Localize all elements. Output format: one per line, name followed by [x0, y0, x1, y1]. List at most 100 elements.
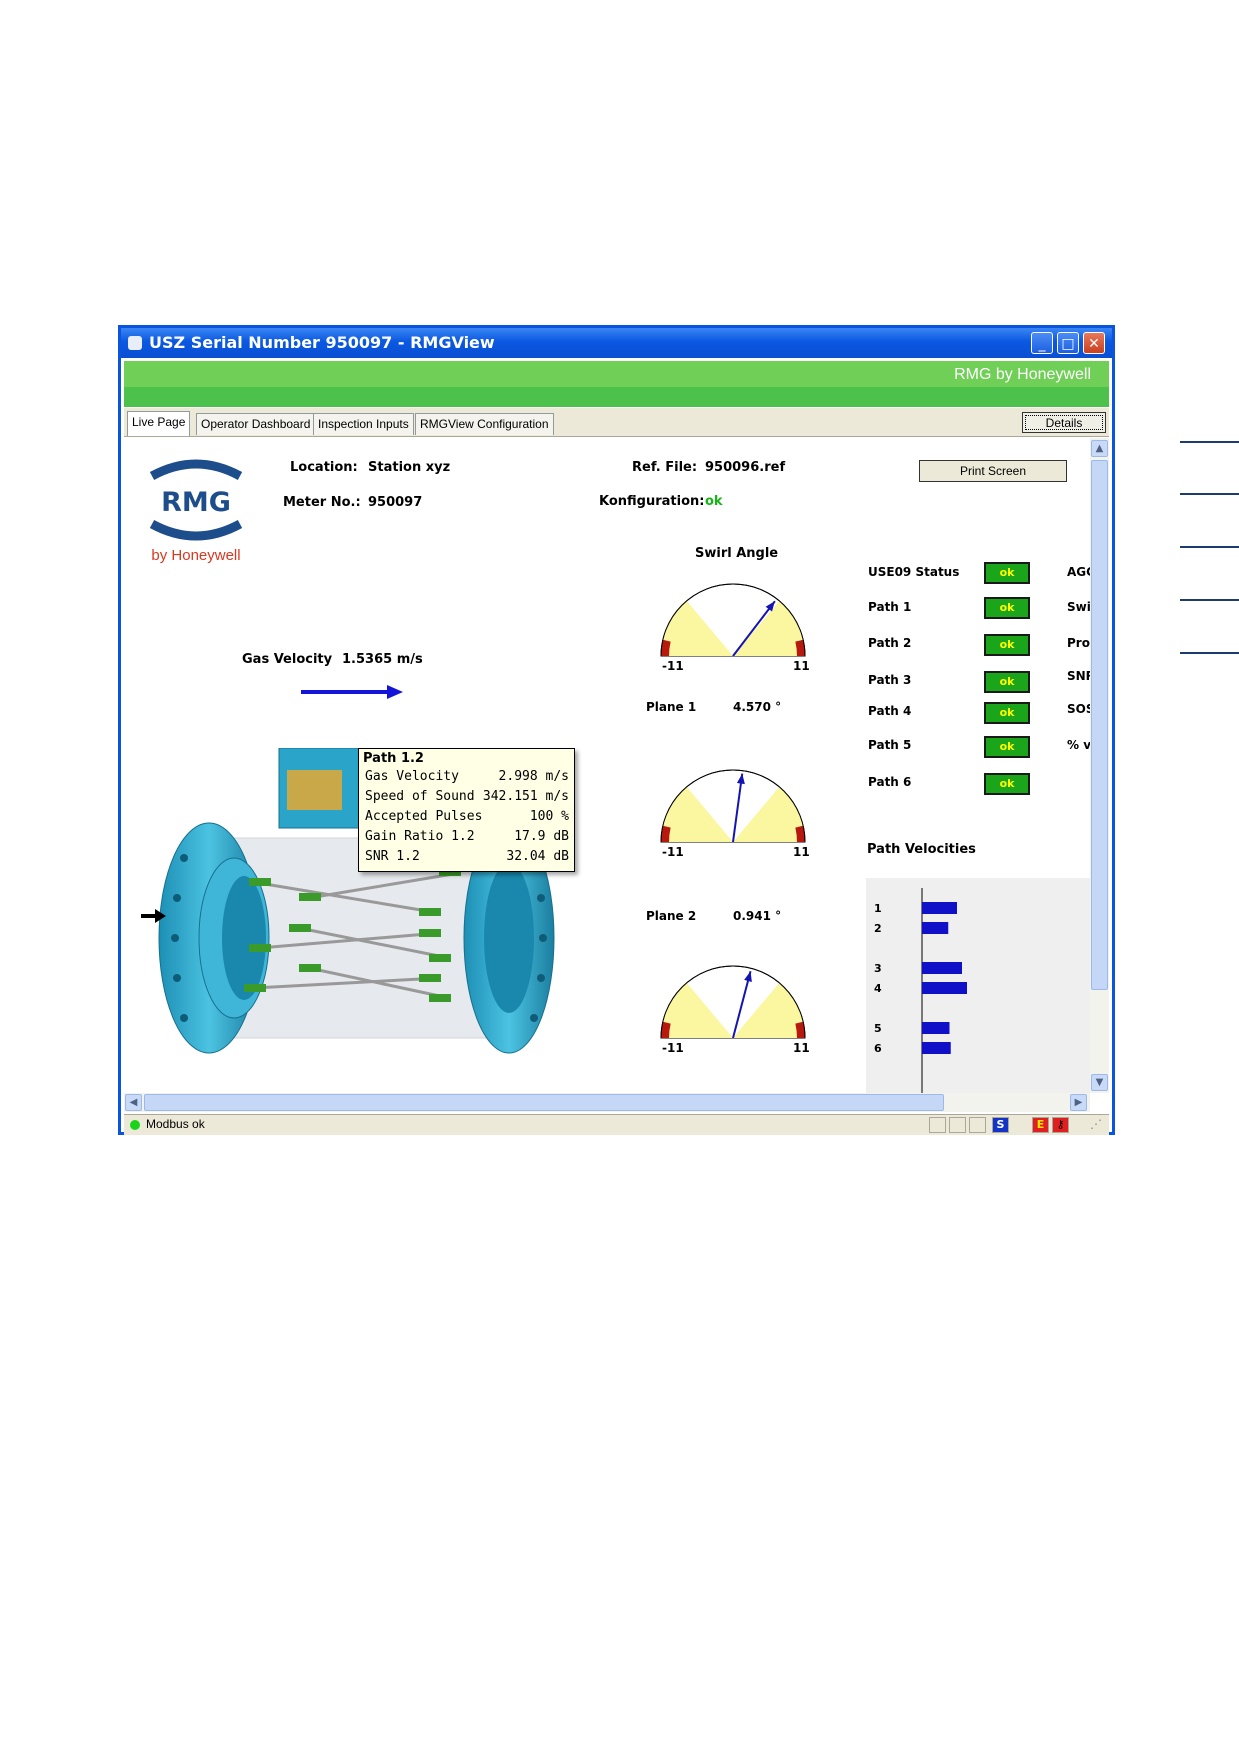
- vertical-scrollbar[interactable]: ▲ ▼: [1090, 438, 1109, 1093]
- velocity-bar-label: 3: [874, 962, 882, 975]
- path-velocities-title: Path Velocities: [867, 842, 976, 857]
- rmg-logo: RMG by Honeywell: [149, 459, 243, 564]
- minimize-button[interactable]: _: [1031, 332, 1053, 354]
- gauge-3-min: -11: [662, 1041, 684, 1055]
- profile-label: Pro: [1067, 636, 1090, 650]
- plane-1-label: Plane 1: [646, 700, 697, 714]
- path-6-label: Path 6: [868, 775, 912, 789]
- velocity-bar: [922, 1042, 951, 1054]
- snr-label: SNR: [1067, 669, 1090, 683]
- konfiguration-value: ok: [705, 494, 723, 509]
- print-screen-button[interactable]: Print Screen: [919, 460, 1067, 482]
- meter-value: 950097: [368, 495, 423, 510]
- use09-status-label: USE09 Status: [868, 565, 960, 579]
- velocity-bar-label: 5: [874, 1022, 882, 1035]
- location-label: Location:: [290, 460, 358, 475]
- details-button[interactable]: Details: [1022, 412, 1106, 433]
- logo-text: RMG: [161, 487, 231, 518]
- status-s-badge: S: [992, 1117, 1009, 1133]
- agc-label: AGC: [1067, 565, 1090, 579]
- scroll-down-icon[interactable]: ▼: [1091, 1074, 1108, 1091]
- path-tooltip: Path 1.2 Gas Velocity 2.998 m/s Speed of …: [358, 748, 575, 872]
- key-icon: ⚷: [1052, 1117, 1069, 1133]
- use09-status-indicator: ok: [984, 562, 1030, 584]
- gauge-1-min: -11: [662, 659, 684, 673]
- app-window: USZ Serial Number 950097 - RMGView _ □ ✕…: [118, 325, 1115, 1135]
- konfiguration-label: Konfiguration:: [599, 494, 705, 509]
- swirl-label: Swi: [1067, 600, 1090, 614]
- path-3-label: Path 3: [868, 673, 912, 687]
- percent-label: % v: [1067, 738, 1090, 752]
- plane-2-label: Plane 2: [646, 909, 697, 923]
- path-4-label: Path 4: [868, 704, 912, 718]
- velocity-bar-label: 6: [874, 1042, 882, 1055]
- brand-bar: RMG by Honeywell: [124, 361, 1109, 407]
- velocity-bar: [922, 1022, 950, 1034]
- velocity-bar: [922, 982, 967, 994]
- tooltip-row: Gain Ratio 1.2 17.9 dB: [365, 829, 569, 844]
- status-box: [929, 1117, 946, 1133]
- live-page-content: RMG by Honeywell Location: Station xyz M…: [124, 438, 1090, 1093]
- scroll-right-icon[interactable]: ▶: [1070, 1094, 1087, 1111]
- side-line: [1180, 652, 1239, 654]
- path-6-indicator: ok: [984, 773, 1030, 795]
- gauge-2-max: 11: [793, 845, 810, 859]
- path-1-indicator: ok: [984, 597, 1030, 619]
- tooltip-title: Path 1.2: [363, 751, 424, 766]
- modbus-status-text: Modbus ok: [146, 1117, 205, 1131]
- status-e-badge: E: [1032, 1117, 1049, 1133]
- close-button[interactable]: ✕: [1083, 332, 1105, 354]
- side-line: [1180, 546, 1239, 548]
- gas-velocity-value: 1.5365 m/s: [342, 652, 423, 667]
- path-velocities-chart: 1 2 3 4 5 6: [866, 878, 1090, 1093]
- horizontal-scroll-thumb[interactable]: [144, 1094, 944, 1111]
- tab-live-page[interactable]: Live Page: [127, 411, 191, 436]
- velocity-bar: [922, 962, 962, 974]
- swirl-angle-title: Swirl Angle: [695, 546, 779, 561]
- gauge-2-min: -11: [662, 845, 684, 859]
- vertical-scroll-thumb[interactable]: [1091, 460, 1108, 990]
- brand-text: RMG by Honeywell: [954, 366, 1091, 383]
- tooltip-row: SNR 1.2 32.04 dB: [365, 849, 569, 864]
- scroll-up-icon[interactable]: ▲: [1091, 440, 1108, 457]
- maximize-button[interactable]: □: [1057, 332, 1079, 354]
- tooltip-row: Accepted Pulses 100 %: [365, 809, 569, 824]
- path-2-label: Path 2: [868, 636, 912, 650]
- path-5-indicator: ok: [984, 736, 1030, 758]
- path-5-label: Path 5: [868, 738, 912, 752]
- tab-rmgview-configuration[interactable]: RMGView Configuration: [415, 413, 554, 435]
- velocity-bar-label: 2: [874, 922, 882, 935]
- path-4-indicator: ok: [984, 702, 1030, 724]
- scroll-left-icon[interactable]: ◀: [125, 1094, 142, 1111]
- gauge-3-max: 11: [793, 1041, 810, 1055]
- tab-bar: Live Page Operator Dashboard Inspection …: [124, 408, 1109, 437]
- flow-arrow-icon: [301, 685, 403, 699]
- side-line: [1180, 441, 1239, 443]
- gauge-1-max: 11: [793, 659, 810, 673]
- app-icon: [128, 336, 142, 350]
- tab-operator-dashboard[interactable]: Operator Dashboard: [196, 413, 316, 435]
- gas-velocity-label: Gas Velocity: [242, 652, 333, 667]
- tooltip-row: Speed of Sound 342.151 m/s: [365, 789, 569, 804]
- path-2-indicator: ok: [984, 634, 1030, 656]
- location-value: Station xyz: [368, 460, 451, 475]
- title-bar[interactable]: USZ Serial Number 950097 - RMGView _ □ ✕: [121, 328, 1112, 358]
- modbus-status-icon: [130, 1120, 140, 1130]
- ref-file-label: Ref. File:: [632, 460, 698, 475]
- tab-inspection-inputs[interactable]: Inspection Inputs: [313, 413, 414, 435]
- side-line: [1180, 493, 1239, 495]
- velocity-bar-label: 1: [874, 902, 882, 915]
- sos-label: SOS: [1067, 702, 1090, 716]
- path-1-label: Path 1: [868, 600, 912, 614]
- horizontal-scrollbar[interactable]: ◀ ▶: [124, 1093, 1090, 1112]
- path-3-indicator: ok: [984, 671, 1030, 693]
- meter-label: Meter No.:: [283, 495, 361, 510]
- side-line: [1180, 599, 1239, 601]
- resize-grip-icon[interactable]: ⋰: [1090, 1117, 1106, 1133]
- tooltip-row: Gas Velocity 2.998 m/s: [365, 769, 569, 784]
- status-box: [949, 1117, 966, 1133]
- velocity-bar: [922, 902, 957, 914]
- logo-subtext: by Honeywell: [151, 547, 240, 564]
- window-title: USZ Serial Number 950097 - RMGView: [149, 333, 495, 352]
- status-bar: Modbus ok S E ⚷ ⋰: [124, 1114, 1109, 1135]
